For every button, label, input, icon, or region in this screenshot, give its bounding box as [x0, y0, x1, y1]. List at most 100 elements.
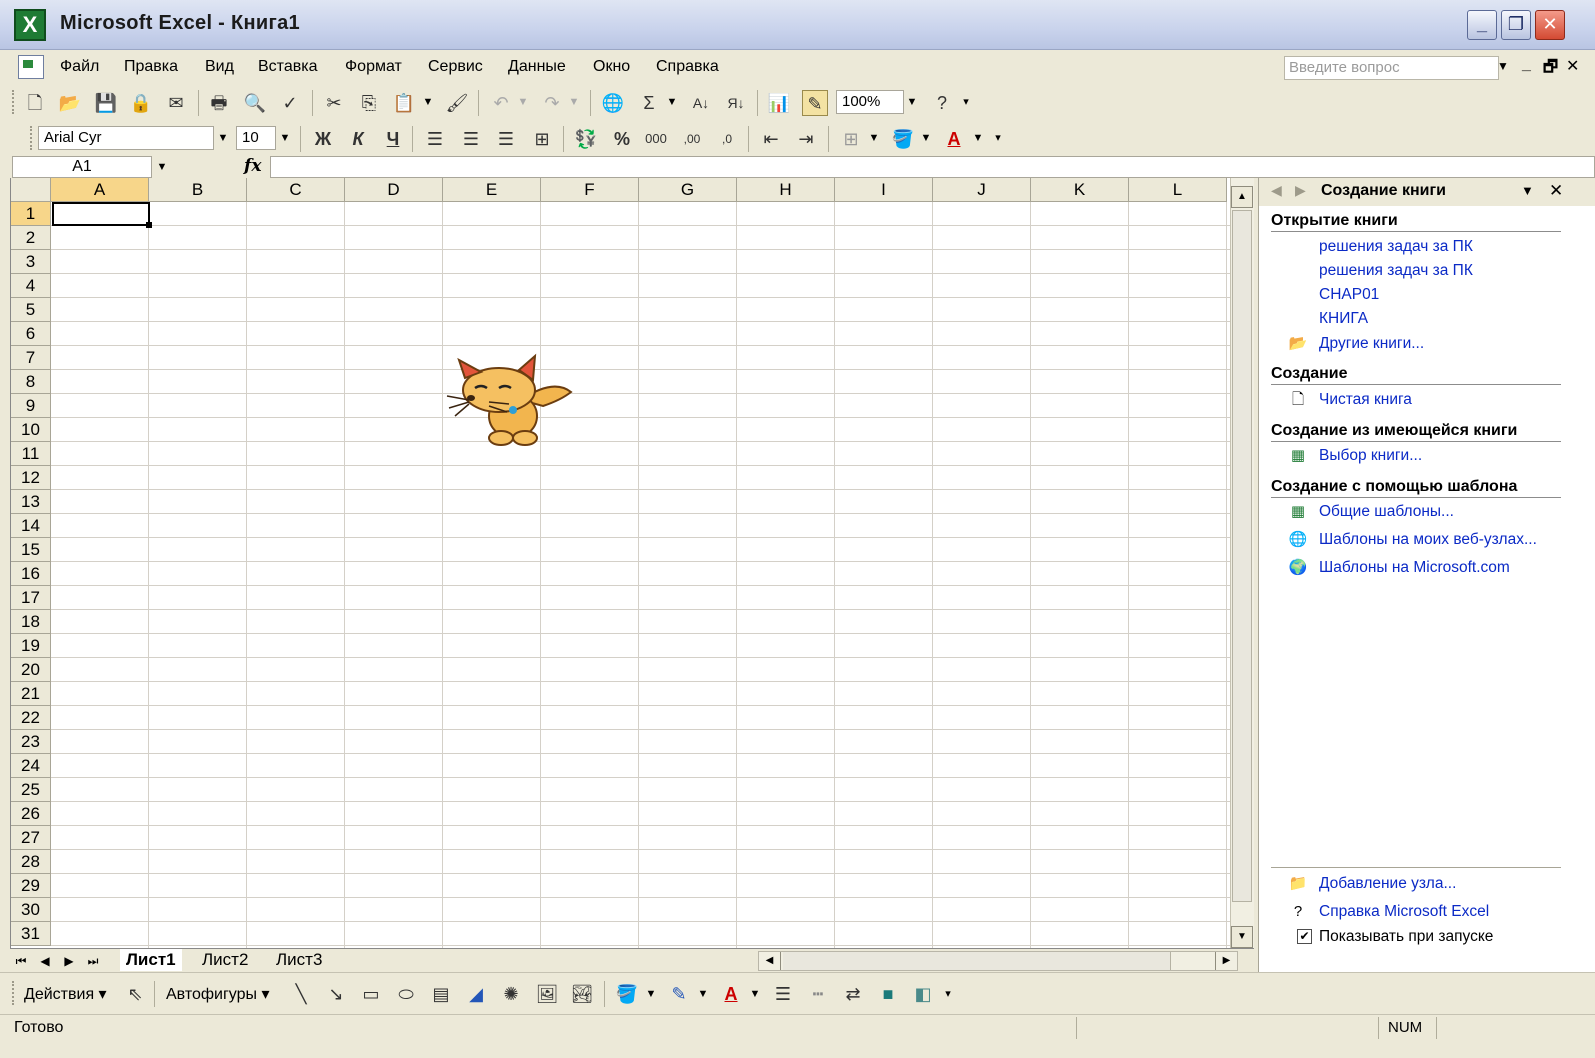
next-sheet-icon[interactable]: ▶: [60, 951, 78, 971]
font-color-button[interactable]: A: [718, 981, 744, 1007]
fill-handle[interactable]: [146, 222, 152, 228]
web-templates-link[interactable]: Шаблоны на моих веб-узлах...: [1319, 531, 1537, 549]
arrow-style-icon[interactable]: ⇄: [840, 981, 866, 1007]
toolbar-grip[interactable]: [12, 90, 16, 114]
menu-edit[interactable]: Правка: [124, 58, 178, 76]
toolbar-grip[interactable]: [30, 126, 34, 150]
spelling-icon[interactable]: ✓: [277, 90, 303, 116]
arrow-icon[interactable]: ↘: [323, 981, 349, 1007]
chevron-down-icon[interactable]: ▼: [515, 90, 531, 114]
chevron-down-icon[interactable]: ▼: [695, 982, 711, 1006]
drawing-toggle-icon[interactable]: ✎: [802, 90, 828, 116]
sort-ascending-icon[interactable]: A↓: [688, 90, 714, 116]
select-pointer-icon[interactable]: ⇖: [122, 981, 148, 1007]
first-sheet-icon[interactable]: ⏮: [12, 951, 30, 971]
print-icon[interactable]: 🖶: [206, 90, 232, 116]
blank-book-link[interactable]: Чистая книга: [1319, 391, 1412, 409]
formula-input[interactable]: [270, 156, 1595, 178]
office-assistant-cat[interactable]: [443, 348, 579, 450]
decrease-indent-icon[interactable]: ⇤: [758, 126, 784, 152]
scroll-thumb[interactable]: [783, 952, 1171, 970]
more-books-link[interactable]: Другие книги...: [1319, 335, 1424, 353]
menu-view[interactable]: Вид: [205, 58, 234, 76]
format-painter-icon[interactable]: 🖌: [444, 90, 470, 116]
borders-icon[interactable]: ⊞: [838, 126, 864, 152]
active-cell-a1[interactable]: [52, 202, 150, 226]
row-header-15[interactable]: 15: [11, 538, 51, 562]
sheet-tab-2[interactable]: Лист2: [196, 949, 254, 971]
doc-minimize-button[interactable]: _: [1522, 56, 1531, 74]
row-header-20[interactable]: 20: [11, 658, 51, 682]
redo-icon[interactable]: ↷: [539, 90, 565, 116]
row-header-1[interactable]: 1: [11, 202, 51, 226]
document-icon[interactable]: [18, 55, 44, 79]
row-header-22[interactable]: 22: [11, 706, 51, 730]
row-header-16[interactable]: 16: [11, 562, 51, 586]
chevron-down-icon[interactable]: ▼: [664, 90, 680, 114]
forward-icon[interactable]: ▶: [1295, 182, 1306, 199]
choose-book-link[interactable]: Выбор книги...: [1319, 447, 1422, 465]
increase-decimal-button[interactable]: ,00: [679, 126, 705, 152]
recent-file-link[interactable]: решения задач за ПК: [1319, 238, 1473, 256]
column-header-k[interactable]: K: [1031, 178, 1129, 202]
row-header-28[interactable]: 28: [11, 850, 51, 874]
chevron-down-icon[interactable]: ▼: [277, 126, 293, 150]
autosum-icon[interactable]: Σ: [636, 90, 662, 116]
row-header-24[interactable]: 24: [11, 754, 51, 778]
insert-picture-icon[interactable]: 🏞: [569, 981, 595, 1007]
fill-color-icon[interactable]: 🪣: [890, 126, 916, 152]
save-icon[interactable]: 💾: [93, 90, 119, 116]
row-header-30[interactable]: 30: [11, 898, 51, 922]
row-header-27[interactable]: 27: [11, 826, 51, 850]
copy-icon[interactable]: ⎘: [356, 90, 382, 116]
recent-file-link[interactable]: CHAP01: [1319, 286, 1379, 304]
scroll-left-icon[interactable]: ◀: [759, 952, 781, 970]
row-header-13[interactable]: 13: [11, 490, 51, 514]
column-header-i[interactable]: I: [835, 178, 933, 202]
bold-button[interactable]: Ж: [310, 126, 336, 152]
insert-function-button[interactable]: fx: [244, 156, 261, 176]
row-header-29[interactable]: 29: [11, 874, 51, 898]
column-header-f[interactable]: F: [541, 178, 639, 202]
menu-help[interactable]: Справка: [656, 58, 719, 76]
font-color-button[interactable]: A: [941, 126, 967, 152]
horizontal-scrollbar[interactable]: ◀ ▶: [758, 951, 1238, 971]
scroll-thumb[interactable]: [1232, 210, 1252, 902]
help-icon[interactable]: ?: [929, 90, 955, 116]
email-icon[interactable]: ✉: [163, 90, 189, 116]
microsoft-templates-link[interactable]: Шаблоны на Microsoft.com: [1319, 559, 1510, 577]
wordart-icon[interactable]: ◢: [463, 981, 489, 1007]
recent-file-link[interactable]: решения задач за ПК: [1319, 262, 1473, 280]
row-header-17[interactable]: 17: [11, 586, 51, 610]
row-header-7[interactable]: 7: [11, 346, 51, 370]
column-header-e[interactable]: E: [443, 178, 541, 202]
rectangle-icon[interactable]: ▭: [358, 981, 384, 1007]
close-icon[interactable]: ✕: [1549, 181, 1563, 201]
scroll-right-icon[interactable]: ▶: [1215, 952, 1237, 970]
doc-restore-button[interactable]: 🗗: [1543, 56, 1558, 83]
menu-window[interactable]: Окно: [593, 58, 630, 76]
decrease-decimal-button[interactable]: ,0: [714, 126, 740, 152]
menu-data[interactable]: Данные: [508, 58, 566, 76]
scroll-up-icon[interactable]: ▲: [1231, 186, 1253, 208]
chevron-down-icon[interactable]: ▼: [420, 90, 436, 114]
print-preview-icon[interactable]: 🔍: [242, 90, 268, 116]
line-icon[interactable]: ╲: [288, 981, 314, 1007]
chevron-down-icon[interactable]: ▼: [215, 126, 231, 150]
row-header-4[interactable]: 4: [11, 274, 51, 298]
font-name-select[interactable]: Arial Cyr: [38, 126, 214, 150]
row-header-26[interactable]: 26: [11, 802, 51, 826]
chevron-down-icon[interactable]: ▼: [866, 126, 882, 150]
close-button[interactable]: ✕: [1535, 10, 1565, 40]
undo-icon[interactable]: ↶: [488, 90, 514, 116]
text-box-icon[interactable]: ▤: [428, 981, 454, 1007]
restore-button[interactable]: ❐: [1501, 10, 1531, 40]
paste-icon[interactable]: 📋: [391, 90, 417, 116]
row-header-12[interactable]: 12: [11, 466, 51, 490]
column-header-h[interactable]: H: [737, 178, 835, 202]
row-header-2[interactable]: 2: [11, 226, 51, 250]
percent-button[interactable]: %: [609, 126, 635, 152]
recent-file-link[interactable]: КНИГА: [1319, 310, 1368, 328]
diagram-icon[interactable]: ✺: [498, 981, 524, 1007]
chart-wizard-icon[interactable]: 📊: [766, 90, 792, 116]
